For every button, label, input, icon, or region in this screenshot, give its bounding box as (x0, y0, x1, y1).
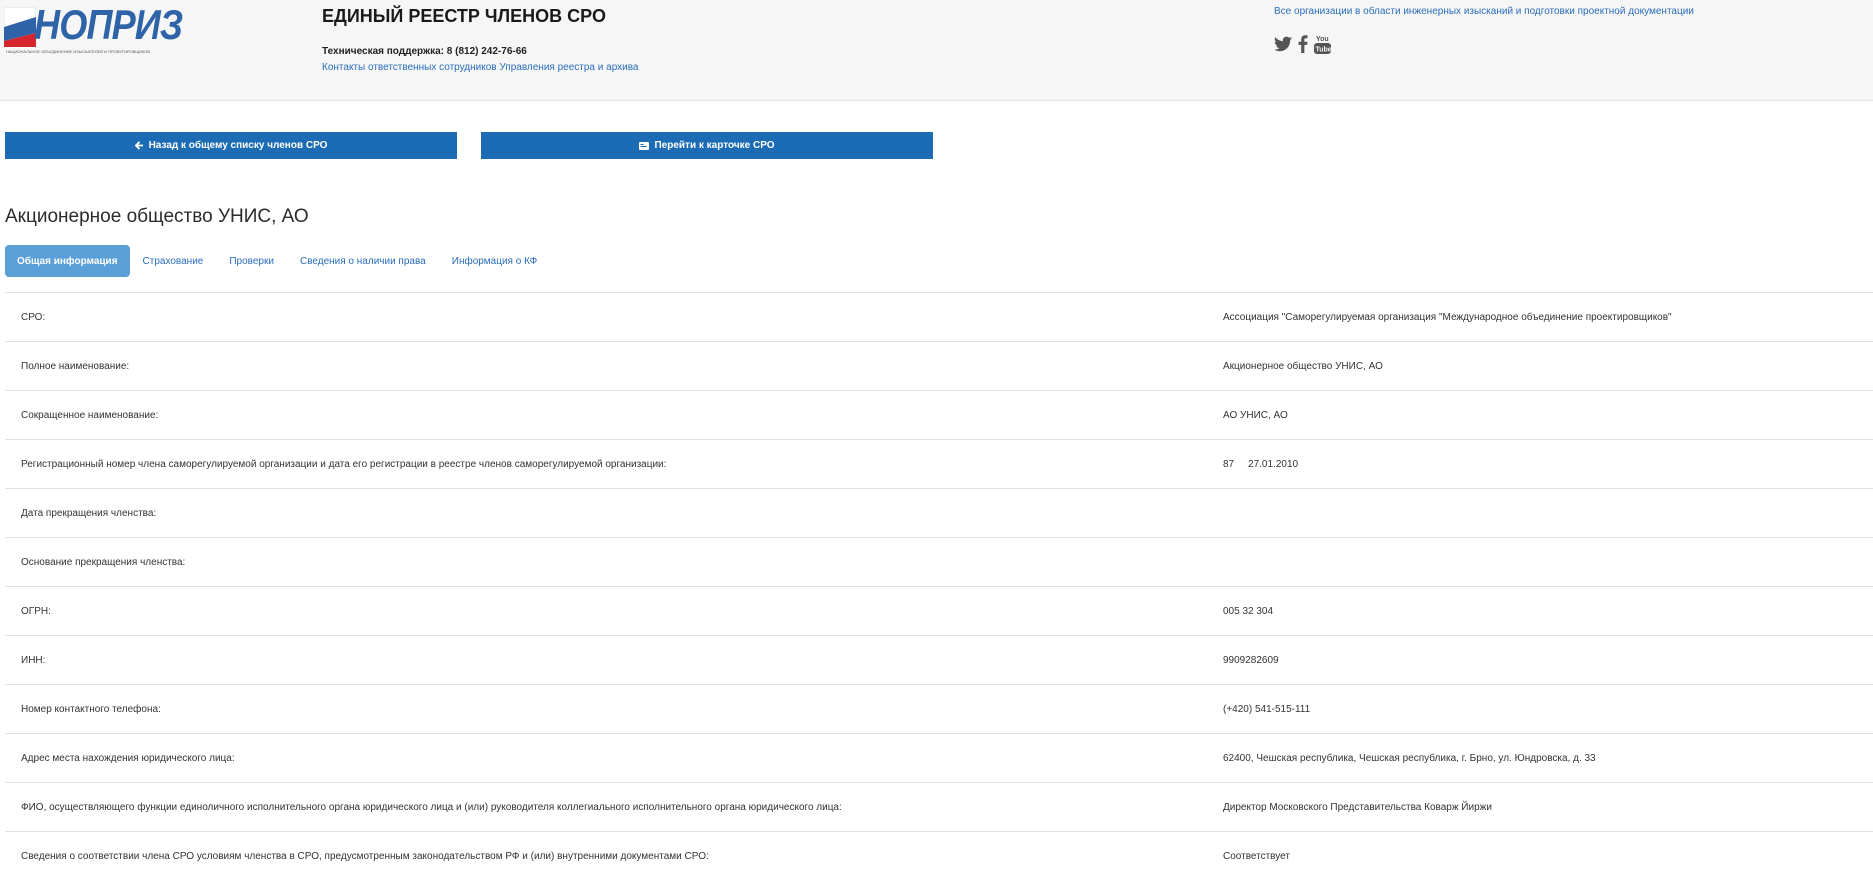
row-value: Директор Московского Представительства К… (1223, 802, 1492, 813)
table-row: Дата прекращения членства: (5, 488, 1873, 537)
tab-insurance[interactable]: Страхование (130, 245, 217, 277)
row-value: 62400, Чешская республика, Чешская респу… (1223, 753, 1596, 764)
row-label: СРО: (21, 312, 46, 323)
general-info-table: СРО: Ассоциация "Саморегулируемая органи… (5, 292, 1873, 869)
svg-text:You: You (1316, 36, 1329, 43)
row-value: 87 27.01.2010 (1223, 459, 1299, 470)
row-label: Сокращенное наименование: (21, 410, 159, 421)
info-tabs: Общая информация Страхование Проверки Св… (5, 245, 550, 277)
row-value: Ассоциация "Саморегулируемая организация… (1223, 312, 1672, 323)
table-row: ИНН: 9909282609 (5, 635, 1873, 684)
go-to-sro-card-button[interactable]: Перейти к карточке СРО (481, 132, 933, 159)
russian-flag-logo-icon (4, 7, 36, 47)
back-button-label: Назад к общему списку членов СРО (148, 140, 328, 151)
social-links: You Tube (1274, 34, 1331, 54)
row-value: Акционерное общество УНИС, АО (1223, 361, 1383, 372)
all-organizations-link[interactable]: Все организации в области инженерных изы… (1274, 6, 1694, 17)
organization-title: Акционерное общество УНИС, АО (5, 206, 309, 227)
tab-rights-info[interactable]: Сведения о наличии права (287, 245, 439, 277)
row-label: Номер контактного телефона: (21, 704, 161, 715)
twitter-icon[interactable] (1274, 36, 1292, 52)
logo-subtitle: НАЦИОНАЛЬНОЕ ОБЪЕДИНЕНИЕ ИЗЫСКАТЕЛЕЙ И П… (6, 49, 151, 54)
support-phone: Техническая поддержка: 8 (812) 242-76-66 (322, 46, 527, 57)
table-row: Полное наименование: Акционерное обществ… (5, 341, 1873, 390)
table-row: Основание прекращения членства: (5, 537, 1873, 586)
card-button-label: Перейти к карточке СРО (654, 140, 775, 151)
table-row: Сведения о соответствии члена СРО услови… (5, 831, 1873, 869)
table-row: Регистрационный номер члена саморегулиру… (5, 439, 1873, 488)
row-label: ОГРН: (21, 606, 51, 617)
youtube-icon[interactable]: You Tube (1314, 34, 1331, 54)
table-row: ОГРН: 005 32 304 (5, 586, 1873, 635)
row-value: 9909282609 (1223, 655, 1279, 666)
nopriz-logo[interactable]: НОПРИЗ НАЦИОНАЛЬНОЕ ОБЪЕДИНЕНИЕ ИЗЫСКАТЕ… (4, 3, 183, 55)
row-label: Регистрационный номер члена саморегулиру… (21, 459, 667, 470)
row-value: АО УНИС, АО (1223, 410, 1288, 421)
table-row: Номер контактного телефона: (+420) 541-5… (5, 684, 1873, 733)
row-label: Полное наименование: (21, 361, 130, 372)
row-label: Сведения о соответствии члена СРО услови… (21, 851, 709, 862)
svg-text:Tube: Tube (1316, 47, 1332, 54)
registry-title: ЕДИНЫЙ РЕЕСТР ЧЛЕНОВ СРО (322, 6, 606, 26)
row-value: 005 32 304 (1223, 606, 1274, 617)
table-row: ФИО, осуществляющего функции единоличног… (5, 782, 1873, 831)
card-icon (639, 141, 650, 150)
contacts-link[interactable]: Контакты ответственных сотрудников Управ… (322, 62, 639, 73)
tab-compensation-fund[interactable]: Информация о КФ (439, 245, 550, 277)
row-label: ИНН: (21, 655, 46, 666)
row-value: Соответствует (1223, 851, 1290, 862)
site-header: НОПРИЗ НАЦИОНАЛЬНОЕ ОБЪЕДИНЕНИЕ ИЗЫСКАТЕ… (0, 0, 1873, 101)
row-label: ФИО, осуществляющего функции единоличног… (21, 802, 842, 813)
row-label: Адрес места нахождения юридического лица… (21, 753, 235, 764)
back-to-list-button[interactable]: Назад к общему списку членов СРО (5, 132, 457, 159)
table-row: Адрес места нахождения юридического лица… (5, 733, 1873, 782)
arrow-left-icon (134, 141, 143, 150)
logo-text: НОПРИЗ (34, 1, 183, 48)
facebook-icon[interactable] (1298, 35, 1308, 53)
table-row: СРО: Ассоциация "Саморегулируемая органи… (5, 292, 1873, 341)
table-row: Сокращенное наименование: АО УНИС, АО (5, 390, 1873, 439)
tab-general-info[interactable]: Общая информация (5, 245, 130, 277)
row-value: (+420) 541-515-111 (1223, 704, 1311, 715)
row-label: Основание прекращения членства: (21, 557, 186, 568)
tab-inspections[interactable]: Проверки (216, 245, 287, 277)
row-label: Дата прекращения членства: (21, 508, 157, 519)
